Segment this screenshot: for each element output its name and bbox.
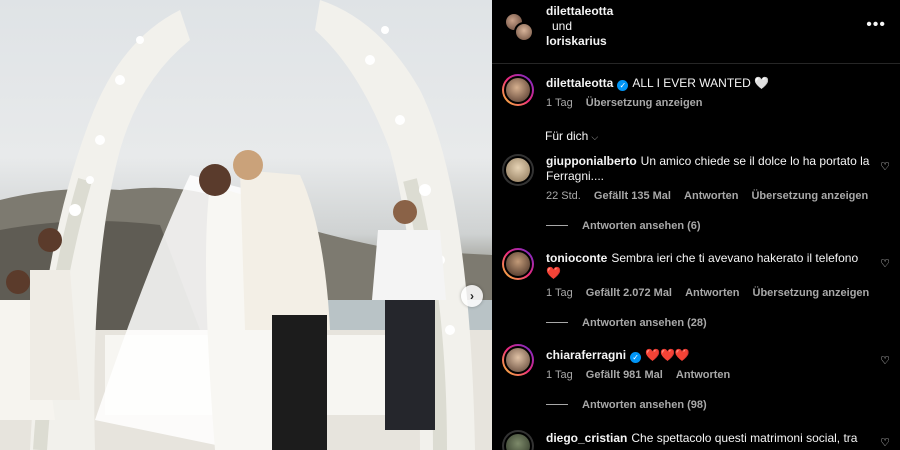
translate-button[interactable]: Übersetzung anzeigen: [753, 287, 870, 299]
sort-label: Für dich: [545, 129, 589, 143]
divider: [546, 225, 568, 226]
comment-text: Che spettacolo questi matrimoni social, …: [631, 431, 858, 445]
verified-badge-icon: ✓: [630, 352, 642, 363]
comment-likes[interactable]: Gefällt 2.072 Mal: [586, 287, 672, 299]
comment-time[interactable]: 22 Std.: [546, 190, 581, 202]
comment-sort-dropdown[interactable]: Für dich ⌵: [545, 129, 598, 143]
post-photo[interactable]: ›: [0, 0, 492, 450]
like-heart-icon[interactable]: ♡: [880, 160, 890, 173]
like-heart-icon[interactable]: ♡: [880, 354, 890, 367]
author-link[interactable]: dilettaleotta: [546, 4, 613, 18]
wedding-photo-illustration: [0, 0, 492, 450]
view-replies-button[interactable]: Antworten ansehen (6): [546, 220, 701, 232]
view-replies-button[interactable]: Antworten ansehen (98): [546, 399, 707, 411]
comment-username[interactable]: giupponialberto: [546, 154, 637, 168]
post-header: dilettaleotta und loriskarius •••: [492, 0, 900, 64]
chevron-down-icon: ⌵: [591, 132, 599, 142]
divider: [546, 322, 568, 323]
like-heart-icon[interactable]: ♡: [880, 436, 890, 449]
avatar: [514, 22, 534, 42]
like-heart-icon[interactable]: ♡: [880, 257, 890, 270]
comment-likes[interactable]: Gefällt 981 Mal: [586, 369, 663, 381]
comment-time[interactable]: 1 Tag: [546, 97, 573, 109]
verified-badge-icon: ✓: [617, 80, 629, 91]
reply-button[interactable]: Antworten: [676, 369, 730, 381]
reply-button[interactable]: Antworten: [684, 190, 738, 202]
avatar[interactable]: [502, 74, 534, 106]
comment-time[interactable]: 1 Tag: [546, 287, 573, 299]
author-joiner: und: [552, 19, 573, 33]
divider: [546, 404, 568, 405]
view-replies-button[interactable]: Antworten ansehen (28): [546, 317, 707, 329]
comment-likes[interactable]: Gefällt 135 Mal: [594, 190, 671, 202]
comment-username[interactable]: chiaraferragni: [546, 348, 626, 362]
more-horizontal-icon: •••: [866, 16, 886, 33]
caption-text: ALL I EVER WANTED 🤍: [632, 76, 770, 90]
collab-avatars[interactable]: [504, 12, 538, 46]
collab-authors: dilettaleotta und loriskarius: [546, 4, 613, 49]
translate-button[interactable]: Übersetzung anzeigen: [751, 190, 868, 202]
translate-button[interactable]: Übersetzung anzeigen: [586, 97, 703, 109]
comment-username[interactable]: tonioconte: [546, 251, 607, 265]
next-photo-button[interactable]: ›: [461, 285, 483, 307]
comment-username[interactable]: dilettaleotta: [546, 76, 613, 90]
chevron-right-icon: ›: [470, 289, 474, 303]
comment-username[interactable]: diego_cristian: [546, 431, 627, 445]
more-options-button[interactable]: •••: [866, 16, 886, 34]
author-link[interactable]: loriskarius: [546, 34, 607, 48]
avatar[interactable]: [502, 154, 534, 186]
comment-text: ❤️❤️❤️: [645, 348, 690, 362]
avatar[interactable]: [502, 344, 534, 376]
comment-time[interactable]: 1 Tag: [546, 369, 573, 381]
avatar[interactable]: [502, 248, 534, 280]
reply-button[interactable]: Antworten: [685, 287, 739, 299]
